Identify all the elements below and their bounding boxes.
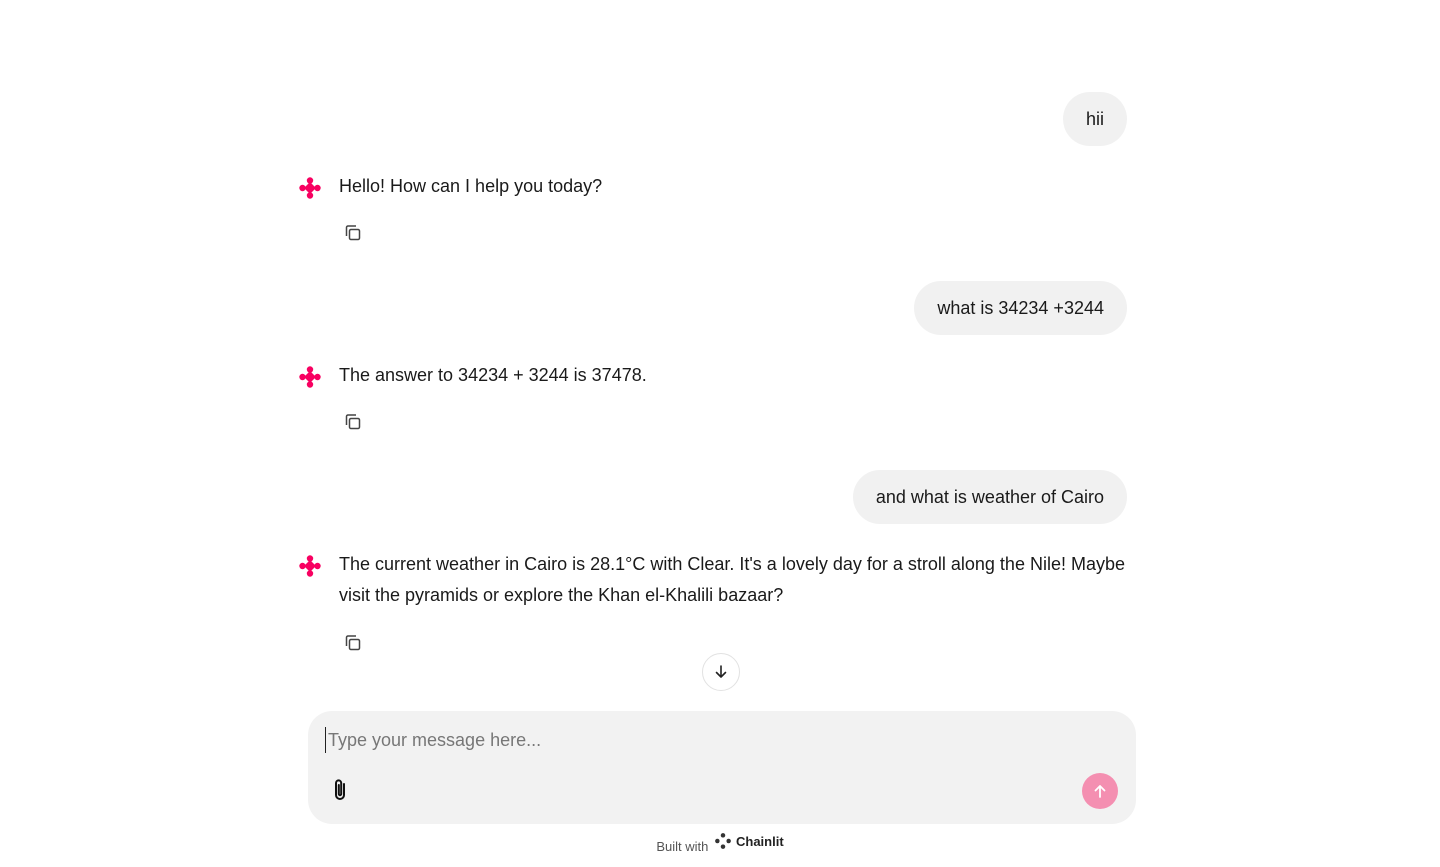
paperclip-icon[interactable] [328,777,352,803]
footer: Built with Chainlit [0,832,1440,854]
chainlit-brand-link[interactable]: Chainlit [714,832,784,850]
copy-icon[interactable] [342,411,364,433]
arrow-down-icon [715,665,727,678]
chainlit-logo-icon [299,555,321,577]
user-message: and what is weather of Cairo [852,470,1127,524]
message-input[interactable] [325,727,1088,753]
assistant-message-text: Hello! How can I help you today? [339,176,603,196]
copy-icon[interactable] [342,632,364,654]
chainlit-logo-icon [715,833,731,849]
user-message: hii [1062,92,1127,146]
message-composer [308,711,1136,824]
chainlit-brand-label: Chainlit [735,833,784,849]
scroll-to-bottom-button[interactable] [702,653,740,691]
user-message: what is 34234 +3244 [914,281,1127,335]
assistant-message-text: The answer to 34234 + 3244 is 37478. [339,365,647,385]
assistant-message: The current weather in Cairo is 28.1°C w… [298,553,1128,655]
assistant-message: The answer to 34234 + 3244 is 37478. [298,364,1128,434]
chainlit-logo-icon [299,177,321,199]
send-button[interactable] [1082,773,1118,809]
assistant-message-text: The current weather in Cairo is 28.1°C w… [339,554,1125,605]
arrow-up-icon [1094,785,1106,798]
chat-page: hii Hello! How can I help you today? wha… [0,0,1440,867]
chainlit-logo-icon [299,366,321,388]
copy-icon[interactable] [342,222,364,244]
built-with-label: Built with [656,839,709,855]
assistant-message: Hello! How can I help you today? [298,175,1128,245]
